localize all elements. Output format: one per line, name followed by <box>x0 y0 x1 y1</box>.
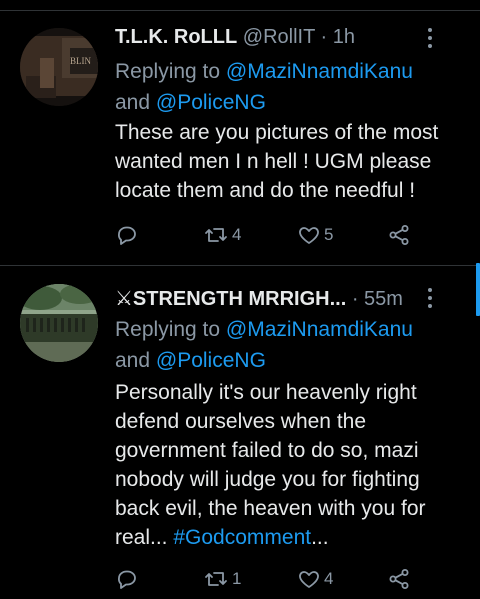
tweet-actions: 4 5 <box>115 222 435 248</box>
tweet-2[interactable]: ⚔STRENGTH MRRIGH... · 55m Replying to @M… <box>0 266 480 599</box>
tweet-1[interactable]: BLIN T.L.K. RoLLL @RollIT · 1h Replying … <box>0 0 480 265</box>
more-icon[interactable] <box>428 28 434 52</box>
retweet-button[interactable]: 1 <box>203 566 241 592</box>
like-icon <box>299 571 319 588</box>
and-label: and <box>115 91 151 114</box>
and-label: and <box>115 349 151 372</box>
tweet-text-body: Personally it's our heavenly right defen… <box>115 381 426 549</box>
more-icon[interactable] <box>428 288 434 312</box>
mention-link[interactable]: @PoliceNG <box>156 349 266 372</box>
avatar[interactable] <box>20 284 98 362</box>
reply-icon <box>118 226 136 245</box>
share-icon <box>389 569 409 589</box>
replying-to-label: Replying to <box>115 60 221 83</box>
handle[interactable]: @RollIT <box>243 26 315 48</box>
mention-link[interactable]: @PoliceNG <box>156 91 266 114</box>
retweet-icon <box>205 228 227 242</box>
share-button[interactable] <box>387 566 411 592</box>
tweet-text: These are you pictures of the most wante… <box>115 121 439 202</box>
like-count: 5 <box>324 225 334 244</box>
tweet-header: ⚔STRENGTH MRRIGH... · 55m <box>115 286 460 311</box>
share-icon <box>389 225 409 245</box>
like-button[interactable]: 4 <box>297 566 333 592</box>
share-button[interactable] <box>387 222 411 248</box>
retweet-count: 1 <box>232 569 242 588</box>
avatar-sign-text: BLIN <box>70 56 91 66</box>
tweet-text: Personally it's our heavenly right defen… <box>115 378 458 552</box>
timestamp[interactable]: · 55m <box>352 288 403 310</box>
tweet-text-ellipsis: ... <box>311 526 329 549</box>
hashtag-link[interactable]: #Godcomment <box>173 526 311 549</box>
reply-button[interactable] <box>115 566 142 592</box>
tweet-header: T.L.K. RoLLL @RollIT · 1h <box>115 26 460 49</box>
replying-to: Replying to @MaziNnamdiKanu and @PoliceN… <box>115 314 460 376</box>
timestamp[interactable]: · 1h <box>321 26 355 48</box>
retweet-icon <box>205 572 227 586</box>
retweet-count: 4 <box>232 225 242 244</box>
like-count: 4 <box>324 569 334 588</box>
avatar[interactable]: BLIN <box>20 28 98 106</box>
replying-to: Replying to @MaziNnamdiKanu and @PoliceN… <box>115 56 460 118</box>
reply-button[interactable] <box>115 222 142 248</box>
mention-link[interactable]: @MaziNnamdiKanu <box>226 318 413 341</box>
display-name[interactable]: ⚔STRENGTH MRRIGH... <box>115 288 346 310</box>
mention-link[interactable]: @MaziNnamdiKanu <box>226 60 413 83</box>
display-name[interactable]: T.L.K. RoLLL <box>115 26 237 48</box>
retweet-button[interactable]: 4 <box>203 222 241 248</box>
like-button[interactable]: 5 <box>297 222 333 248</box>
tweet-actions: 1 4 <box>115 566 435 592</box>
replying-to-label: Replying to <box>115 318 221 341</box>
reply-icon <box>118 570 136 589</box>
like-icon <box>299 227 319 244</box>
